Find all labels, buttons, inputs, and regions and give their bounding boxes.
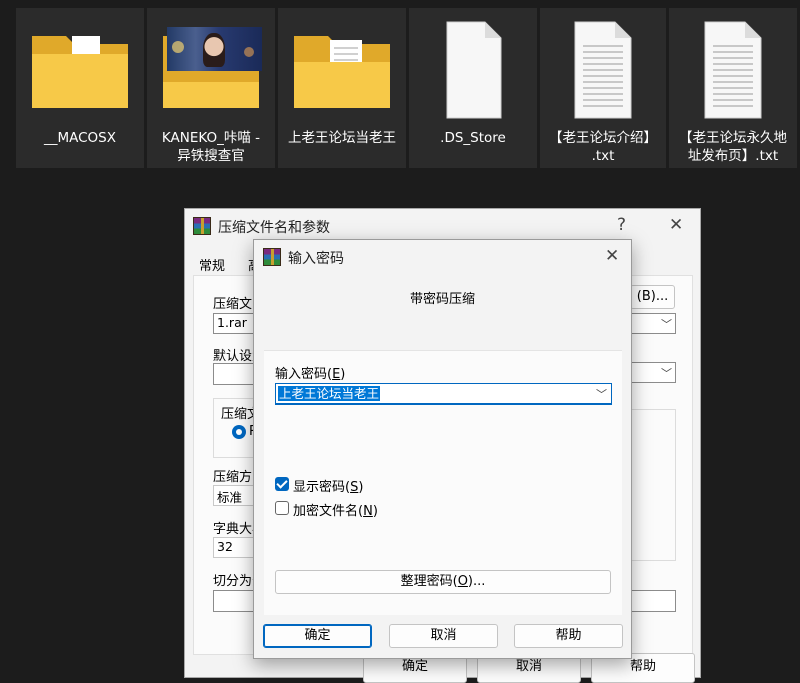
folder-preview-image xyxy=(167,27,262,71)
compression-method-label: 压缩方 xyxy=(213,470,253,485)
file-label: 【老王论坛永久地 址发布页】.txt xyxy=(679,130,787,164)
file-tile-address-txt[interactable]: 【老王论坛永久地 址发布页】.txt xyxy=(669,8,797,168)
file-label: 【老王论坛介绍】 .txt xyxy=(549,130,657,164)
file-label: KANEKO_咔喵 - 异铁搜查官 xyxy=(161,130,261,164)
winrar-icon xyxy=(193,217,211,235)
ok-button[interactable]: 确定 xyxy=(263,624,372,648)
chevron-down-icon: ﹀ xyxy=(661,367,672,380)
file-tile-intro-txt[interactable]: 【老王论坛介绍】 .txt xyxy=(540,8,666,168)
show-password-checkbox[interactable] xyxy=(275,477,289,491)
encrypt-filenames-checkbox[interactable] xyxy=(275,501,289,515)
text-file-icon xyxy=(540,20,666,120)
text-file-icon xyxy=(669,20,797,120)
password-heading: 带密码压缩 xyxy=(409,292,475,307)
folder-icon xyxy=(278,20,406,120)
show-password-label: 显示密码(S) xyxy=(293,480,364,495)
file-label: .DS_Store xyxy=(440,130,506,146)
archive-name-label: 压缩文 xyxy=(213,297,253,312)
file-tile-ds-store[interactable]: .DS_Store xyxy=(409,8,537,168)
password-text: 上老王论坛当老王 xyxy=(278,386,381,401)
folder-icon xyxy=(16,20,144,120)
help-icon[interactable]: ? xyxy=(617,215,626,235)
encrypt-filenames-label: 加密文件名(N) xyxy=(293,504,378,519)
rar-format-radio[interactable] xyxy=(232,425,246,439)
help-button[interactable]: 帮助 xyxy=(514,624,623,648)
chevron-down-icon: ﹀ xyxy=(661,318,672,331)
browse-button[interactable]: (B)... xyxy=(630,285,675,309)
file-tile-macosx[interactable]: __MACOSX xyxy=(16,8,144,168)
enter-password-label: 输入密码(E) xyxy=(275,367,346,382)
close-icon[interactable]: ✕ xyxy=(669,215,683,235)
tab-general[interactable]: 常规 xyxy=(199,255,225,274)
enter-password-dialog: 输入密码 ✕ 带密码压缩 输入密码(E) 上老王论坛当老王 ﹀ 显示密码(S) … xyxy=(253,239,632,659)
archiving-options-group xyxy=(630,409,676,561)
cancel-button[interactable]: 取消 xyxy=(389,624,498,648)
chevron-down-icon[interactable]: ﹀ xyxy=(596,386,607,402)
file-label: __MACOSX xyxy=(43,130,116,146)
organize-passwords-button[interactable]: 整理密码(O)... xyxy=(275,570,611,594)
password-button-partial[interactable] xyxy=(630,590,676,612)
blank-file-icon xyxy=(409,20,537,120)
close-icon[interactable]: ✕ xyxy=(605,246,619,266)
dialog-title: 压缩文件名和参数 xyxy=(218,220,330,236)
winrar-icon xyxy=(263,248,281,266)
file-label: 上老王论坛当老王 xyxy=(288,130,396,146)
file-tile-folder-laowang[interactable]: 上老王论坛当老王 xyxy=(278,8,406,168)
dialog-title: 输入密码 xyxy=(288,251,344,267)
password-input[interactable]: 上老王论坛当老王 xyxy=(275,383,612,405)
